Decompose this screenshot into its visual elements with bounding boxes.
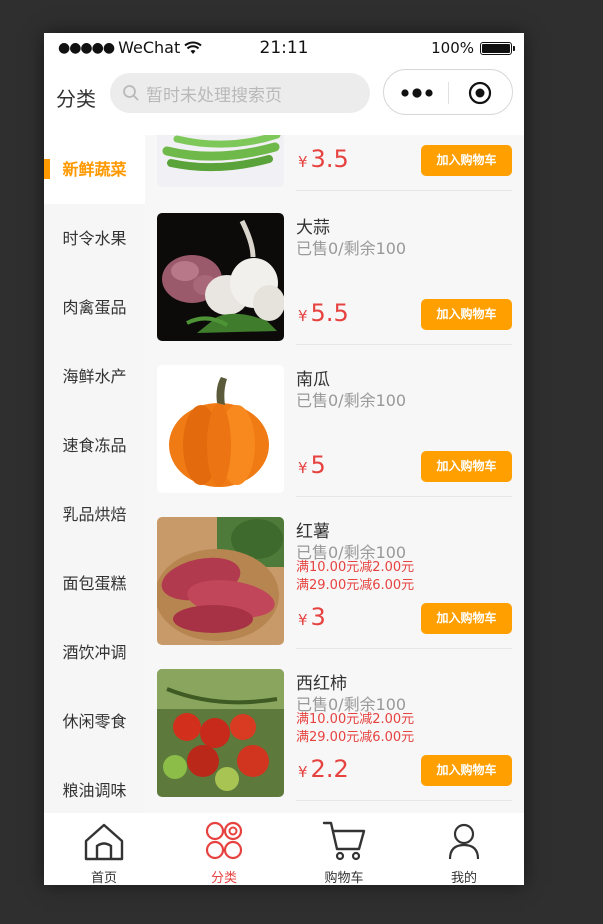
- sidebar-item-label: 酒饮冲调: [62, 643, 127, 662]
- product-image-pumpkin[interactable]: [157, 365, 284, 493]
- price-value: 5.5: [310, 299, 349, 327]
- promo-tag: 满29.00元减6.00元: [296, 730, 415, 745]
- product-item[interactable]: 红薯 已售0/剩余100 满10.00元减2.00元 满29.00元减6.00元…: [145, 517, 524, 669]
- price-value: 3: [310, 603, 326, 631]
- sidebar-item-label: 粮油调味: [62, 781, 127, 800]
- product-price: ¥5: [298, 451, 326, 479]
- price-value: 2.2: [310, 755, 349, 783]
- status-right: 100%: [431, 39, 515, 57]
- sidebar-item-meat-eggs[interactable]: 肉禽蛋品: [44, 273, 145, 342]
- sidebar-item-dairy-baking[interactable]: 乳品烘焙: [44, 480, 145, 549]
- sidebar-item-label: 肉禽蛋品: [62, 298, 127, 317]
- close-target-icon[interactable]: [468, 81, 492, 105]
- search-bar[interactable]: 暂时未处理搜索页: [110, 73, 370, 113]
- promo-tag: 满29.00元减6.00元: [296, 578, 415, 593]
- category-sidebar: 新鲜蔬菜 时令水果 肉禽蛋品 海鲜水产 速食冻品 乳品烘焙 面包蛋糕 酒饮冲调 …: [44, 135, 145, 813]
- sidebar-item-seafood[interactable]: 海鲜水产: [44, 342, 145, 411]
- product-image-garlic[interactable]: [157, 213, 284, 341]
- sidebar-item-bread-cake[interactable]: 面包蛋糕: [44, 549, 145, 618]
- home-icon: [84, 823, 124, 861]
- item-divider: [296, 800, 512, 801]
- add-to-cart-button[interactable]: 加入购物车: [421, 451, 512, 482]
- capsule-divider: [448, 82, 449, 104]
- tab-label: 购物车: [324, 871, 364, 885]
- battery-percent: 100%: [431, 39, 474, 57]
- item-divider: [296, 648, 512, 649]
- profile-icon: [448, 823, 480, 860]
- tab-label: 我的: [450, 871, 477, 885]
- status-bar: ●●●●● WeChat 21:11 100%: [44, 33, 524, 65]
- product-item[interactable]: 西红柿 已售0/剩余100 满10.00元减2.00元 满29.00元减6.00…: [145, 669, 524, 813]
- tab-profile[interactable]: 我的: [404, 813, 524, 885]
- battery-icon: [480, 41, 515, 55]
- phone-screen: ●●●●● WeChat 21:11 100% 分类 暂时未处理搜索页 新鲜蔬菜…: [44, 33, 524, 885]
- tab-cart[interactable]: 购物车: [284, 813, 404, 885]
- more-icon[interactable]: [400, 83, 436, 103]
- add-to-cart-button[interactable]: 加入购物车: [421, 755, 512, 786]
- currency-symbol: ¥: [298, 459, 308, 477]
- sidebar-item-label: 海鲜水产: [62, 367, 127, 386]
- product-price: ¥5.5: [298, 299, 349, 327]
- product-price: ¥3: [298, 603, 326, 631]
- product-item[interactable]: 南瓜 已售0/剩余100 ¥5 加入购物车: [145, 365, 524, 517]
- sidebar-item-vegetables[interactable]: 新鲜蔬菜: [44, 135, 145, 204]
- sidebar-item-label: 乳品烘焙: [62, 505, 127, 524]
- tab-label: 分类: [210, 871, 237, 885]
- add-to-cart-button[interactable]: 加入购物车: [421, 145, 512, 176]
- product-image-tomato[interactable]: [157, 669, 284, 797]
- active-indicator: [44, 159, 50, 179]
- bottom-tab-bar: 首页 分类 购物车 我的: [44, 813, 524, 885]
- product-list: ¥3.5 加入购物车 大蒜 已售0/剩余100 ¥ 5.5 加入购物车 南瓜 已…: [145, 135, 524, 813]
- sidebar-item-label: 休闲零食: [62, 712, 127, 731]
- currency-symbol: ¥: [298, 763, 308, 781]
- sidebar-item-drinks[interactable]: 酒饮冲调: [44, 618, 145, 687]
- product-stock: 已售0/剩余100: [296, 239, 407, 258]
- price-value: 5: [310, 451, 326, 479]
- item-divider: [296, 496, 512, 497]
- add-to-cart-button[interactable]: 加入购物车: [421, 299, 512, 330]
- price-value: 3.5: [310, 145, 349, 173]
- category-icon: [205, 821, 243, 860]
- promo-tag: 满10.00元减2.00元: [296, 712, 415, 727]
- mini-program-capsule: [383, 69, 513, 115]
- sidebar-item-label: 面包蛋糕: [62, 574, 127, 593]
- tab-label: 首页: [90, 871, 117, 885]
- page-title: 分类: [56, 87, 96, 111]
- product-item[interactable]: 大蒜 已售0/剩余100 ¥5.5 加入购物车: [145, 213, 524, 365]
- tab-category[interactable]: 分类: [164, 813, 284, 885]
- promo-tag: 满10.00元减2.00元: [296, 560, 415, 575]
- sidebar-item-label: 时令水果: [62, 229, 127, 248]
- product-image-sweet-potato[interactable]: [157, 517, 284, 645]
- currency-symbol: ¥: [298, 153, 308, 171]
- item-divider: [296, 190, 512, 191]
- currency-symbol: ¥: [298, 611, 308, 629]
- currency-symbol: ¥: [298, 307, 308, 325]
- sidebar-item-label: 新鲜蔬菜: [62, 160, 127, 179]
- sidebar-item-snacks[interactable]: 休闲零食: [44, 687, 145, 756]
- search-icon: [123, 85, 139, 101]
- cart-icon: [322, 821, 366, 861]
- item-divider: [296, 344, 512, 345]
- product-item[interactable]: ¥3.5 加入购物车: [145, 135, 524, 211]
- tab-home[interactable]: 首页: [44, 813, 164, 885]
- nav-header: 分类 暂时未处理搜索页: [44, 66, 524, 126]
- add-to-cart-button[interactable]: 加入购物车: [421, 603, 512, 634]
- product-price: ¥3.5: [298, 145, 349, 173]
- search-placeholder: 暂时未处理搜索页: [146, 85, 282, 106]
- product-stock: 已售0/剩余100: [296, 391, 407, 410]
- sidebar-item-fruits[interactable]: 时令水果: [44, 204, 145, 273]
- sidebar-item-label: 速食冻品: [62, 436, 127, 455]
- product-image-green-beans[interactable]: [157, 135, 284, 187]
- sidebar-item-frozen[interactable]: 速食冻品: [44, 411, 145, 480]
- product-price: ¥2.2: [298, 755, 349, 783]
